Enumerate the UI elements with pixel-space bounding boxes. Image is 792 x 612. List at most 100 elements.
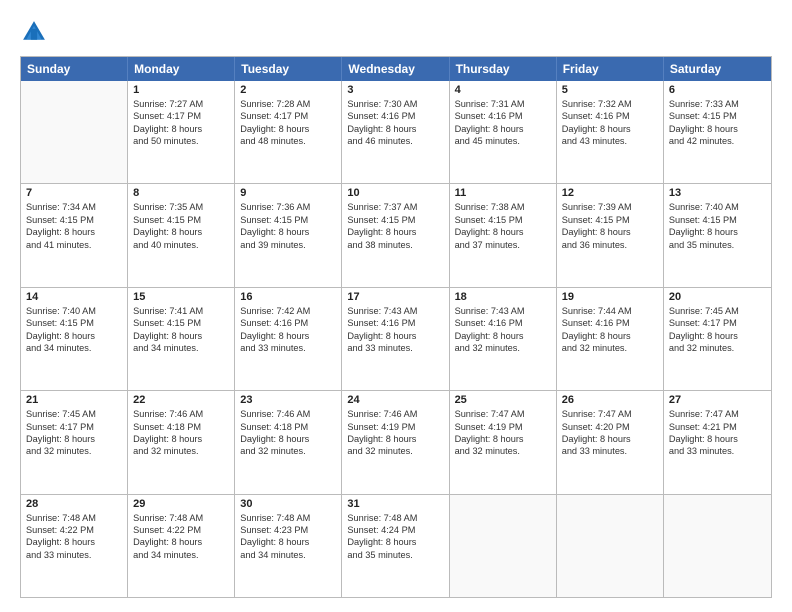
daylight-text2: and 34 minutes. xyxy=(26,342,122,354)
day-number: 16 xyxy=(240,291,336,303)
sunset-text: Sunset: 4:16 PM xyxy=(347,110,443,122)
daylight-text: Daylight: 8 hours xyxy=(240,226,336,238)
weekday-header: Thursday xyxy=(450,57,557,81)
sunset-text: Sunset: 4:16 PM xyxy=(240,317,336,329)
calendar-cell: 6Sunrise: 7:33 AMSunset: 4:15 PMDaylight… xyxy=(664,81,771,183)
day-number: 14 xyxy=(26,291,122,303)
sunrise-text: Sunrise: 7:47 AM xyxy=(562,408,658,420)
day-number: 29 xyxy=(133,498,229,510)
daylight-text: Daylight: 8 hours xyxy=(669,433,766,445)
calendar-row: 7Sunrise: 7:34 AMSunset: 4:15 PMDaylight… xyxy=(21,183,771,286)
sunset-text: Sunset: 4:15 PM xyxy=(133,214,229,226)
daylight-text: Daylight: 8 hours xyxy=(26,330,122,342)
calendar-cell: 21Sunrise: 7:45 AMSunset: 4:17 PMDayligh… xyxy=(21,391,128,493)
sunset-text: Sunset: 4:16 PM xyxy=(562,317,658,329)
weekday-header: Tuesday xyxy=(235,57,342,81)
sunset-text: Sunset: 4:24 PM xyxy=(347,524,443,536)
daylight-text: Daylight: 8 hours xyxy=(669,330,766,342)
sunrise-text: Sunrise: 7:38 AM xyxy=(455,201,551,213)
daylight-text2: and 35 minutes. xyxy=(669,239,766,251)
sunset-text: Sunset: 4:22 PM xyxy=(133,524,229,536)
sunset-text: Sunset: 4:19 PM xyxy=(455,421,551,433)
calendar-cell: 1Sunrise: 7:27 AMSunset: 4:17 PMDaylight… xyxy=(128,81,235,183)
sunset-text: Sunset: 4:17 PM xyxy=(669,317,766,329)
calendar-cell: 15Sunrise: 7:41 AMSunset: 4:15 PMDayligh… xyxy=(128,288,235,390)
daylight-text2: and 33 minutes. xyxy=(562,445,658,457)
header xyxy=(20,18,772,46)
sunset-text: Sunset: 4:15 PM xyxy=(562,214,658,226)
daylight-text2: and 33 minutes. xyxy=(240,342,336,354)
daylight-text: Daylight: 8 hours xyxy=(133,226,229,238)
calendar-cell: 24Sunrise: 7:46 AMSunset: 4:19 PMDayligh… xyxy=(342,391,449,493)
day-number: 5 xyxy=(562,84,658,96)
logo xyxy=(20,18,52,46)
day-number: 1 xyxy=(133,84,229,96)
daylight-text2: and 32 minutes. xyxy=(669,342,766,354)
daylight-text2: and 32 minutes. xyxy=(562,342,658,354)
daylight-text: Daylight: 8 hours xyxy=(562,123,658,135)
calendar-cell: 31Sunrise: 7:48 AMSunset: 4:24 PMDayligh… xyxy=(342,495,449,597)
sunset-text: Sunset: 4:15 PM xyxy=(26,214,122,226)
sunset-text: Sunset: 4:22 PM xyxy=(26,524,122,536)
sunrise-text: Sunrise: 7:46 AM xyxy=(133,408,229,420)
daylight-text: Daylight: 8 hours xyxy=(240,330,336,342)
daylight-text2: and 33 minutes. xyxy=(347,342,443,354)
daylight-text2: and 34 minutes. xyxy=(240,549,336,561)
sunrise-text: Sunrise: 7:42 AM xyxy=(240,305,336,317)
daylight-text: Daylight: 8 hours xyxy=(133,433,229,445)
sunset-text: Sunset: 4:15 PM xyxy=(455,214,551,226)
day-number: 21 xyxy=(26,394,122,406)
calendar-cell: 3Sunrise: 7:30 AMSunset: 4:16 PMDaylight… xyxy=(342,81,449,183)
sunrise-text: Sunrise: 7:36 AM xyxy=(240,201,336,213)
sunset-text: Sunset: 4:16 PM xyxy=(562,110,658,122)
daylight-text2: and 39 minutes. xyxy=(240,239,336,251)
day-number: 20 xyxy=(669,291,766,303)
daylight-text: Daylight: 8 hours xyxy=(347,536,443,548)
weekday-header: Wednesday xyxy=(342,57,449,81)
day-number: 12 xyxy=(562,187,658,199)
calendar: SundayMondayTuesdayWednesdayThursdayFrid… xyxy=(20,56,772,598)
daylight-text2: and 45 minutes. xyxy=(455,135,551,147)
daylight-text: Daylight: 8 hours xyxy=(347,330,443,342)
daylight-text2: and 34 minutes. xyxy=(133,342,229,354)
sunrise-text: Sunrise: 7:46 AM xyxy=(240,408,336,420)
daylight-text2: and 41 minutes. xyxy=(26,239,122,251)
sunset-text: Sunset: 4:21 PM xyxy=(669,421,766,433)
day-number: 28 xyxy=(26,498,122,510)
calendar-cell: 8Sunrise: 7:35 AMSunset: 4:15 PMDaylight… xyxy=(128,184,235,286)
daylight-text: Daylight: 8 hours xyxy=(455,330,551,342)
day-number: 23 xyxy=(240,394,336,406)
sunrise-text: Sunrise: 7:41 AM xyxy=(133,305,229,317)
sunset-text: Sunset: 4:15 PM xyxy=(347,214,443,226)
day-number: 24 xyxy=(347,394,443,406)
sunrise-text: Sunrise: 7:46 AM xyxy=(347,408,443,420)
page: SundayMondayTuesdayWednesdayThursdayFrid… xyxy=(0,0,792,612)
day-number: 18 xyxy=(455,291,551,303)
day-number: 15 xyxy=(133,291,229,303)
sunset-text: Sunset: 4:15 PM xyxy=(669,214,766,226)
daylight-text: Daylight: 8 hours xyxy=(562,226,658,238)
sunset-text: Sunset: 4:15 PM xyxy=(133,317,229,329)
sunrise-text: Sunrise: 7:39 AM xyxy=(562,201,658,213)
logo-icon xyxy=(20,18,48,46)
sunrise-text: Sunrise: 7:28 AM xyxy=(240,98,336,110)
sunrise-text: Sunrise: 7:40 AM xyxy=(669,201,766,213)
calendar-cell: 29Sunrise: 7:48 AMSunset: 4:22 PMDayligh… xyxy=(128,495,235,597)
day-number: 3 xyxy=(347,84,443,96)
sunrise-text: Sunrise: 7:43 AM xyxy=(347,305,443,317)
calendar-cell xyxy=(557,495,664,597)
calendar-cell: 4Sunrise: 7:31 AMSunset: 4:16 PMDaylight… xyxy=(450,81,557,183)
sunrise-text: Sunrise: 7:48 AM xyxy=(240,512,336,524)
daylight-text: Daylight: 8 hours xyxy=(133,536,229,548)
sunset-text: Sunset: 4:16 PM xyxy=(455,110,551,122)
day-number: 2 xyxy=(240,84,336,96)
daylight-text2: and 48 minutes. xyxy=(240,135,336,147)
calendar-cell: 9Sunrise: 7:36 AMSunset: 4:15 PMDaylight… xyxy=(235,184,342,286)
sunset-text: Sunset: 4:18 PM xyxy=(133,421,229,433)
daylight-text2: and 32 minutes. xyxy=(455,445,551,457)
daylight-text: Daylight: 8 hours xyxy=(26,226,122,238)
sunrise-text: Sunrise: 7:47 AM xyxy=(669,408,766,420)
sunset-text: Sunset: 4:20 PM xyxy=(562,421,658,433)
day-number: 7 xyxy=(26,187,122,199)
calendar-cell: 25Sunrise: 7:47 AMSunset: 4:19 PMDayligh… xyxy=(450,391,557,493)
